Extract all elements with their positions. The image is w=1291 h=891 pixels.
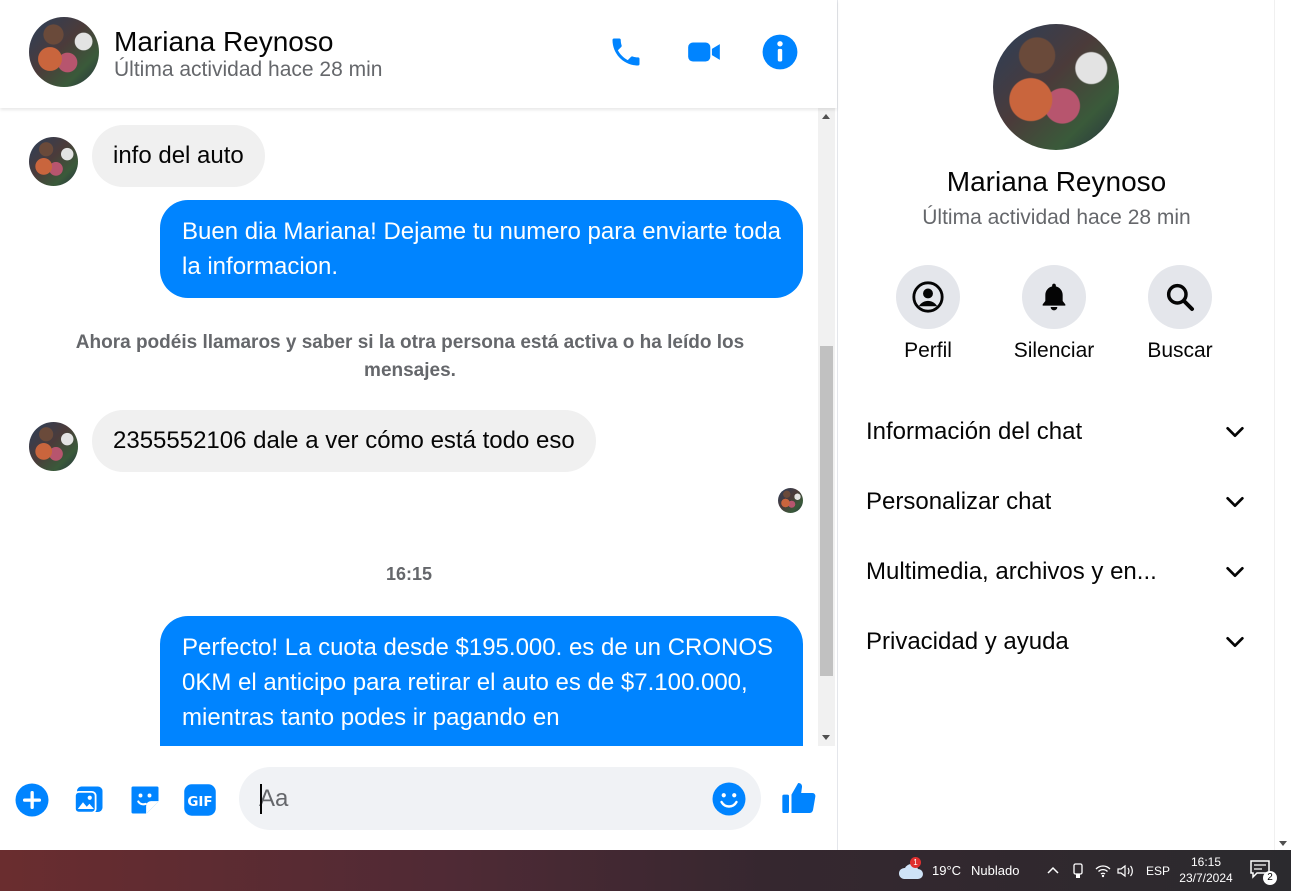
gif-icon: GIF: [184, 784, 216, 816]
sticker-button[interactable]: [127, 782, 163, 818]
section-chat-info-label: Información del chat: [866, 418, 1083, 445]
plus-circle-icon: [15, 783, 49, 817]
gif-button[interactable]: GIF: [182, 782, 218, 818]
scroll-down-arrow-icon[interactable]: [822, 735, 830, 740]
attach-photo-button[interactable]: [71, 782, 107, 818]
info-icon: [762, 34, 798, 70]
seen-indicator-avatar: [778, 488, 803, 513]
video-call-button[interactable]: [684, 32, 724, 72]
section-customize-chat[interactable]: Personalizar chat: [866, 482, 1246, 522]
mute-action[interactable]: Silenciar: [999, 265, 1109, 363]
chevron-down-icon: [1226, 636, 1244, 648]
section-customize-chat-label: Personalizar chat: [866, 488, 1052, 515]
outgoing-message[interactable]: Buen dia Mariana! Dejame tu numero para …: [160, 200, 803, 298]
contact-name[interactable]: Mariana Reynoso: [114, 26, 333, 58]
usb-device-icon: [1073, 862, 1083, 878]
scroll-thumb[interactable]: [820, 346, 833, 676]
time-separator: 16:15: [385, 564, 433, 584]
text-caret: [260, 784, 262, 814]
notification-center-button[interactable]: 2: [1249, 859, 1277, 885]
photo-gallery-icon: [74, 786, 103, 814]
clock-date: 23/7/2024: [1179, 871, 1233, 885]
contact-status: Última actividad hace 28 min: [114, 58, 383, 81]
weather-description: Nublado: [971, 863, 1020, 878]
network-button[interactable]: [1095, 850, 1111, 891]
system-notice: Ahora podéis llamaros y saber si la otra…: [75, 332, 745, 381]
sender-avatar[interactable]: [29, 422, 78, 471]
sticker-icon: [131, 786, 159, 814]
user-circle-icon: [912, 281, 944, 313]
device-tray-icon-button[interactable]: [1071, 850, 1085, 891]
like-button[interactable]: [779, 778, 819, 818]
panel-contact-avatar[interactable]: [993, 24, 1119, 150]
section-privacy-help-label: Privacidad y ayuda: [866, 628, 1069, 655]
panel-contact-name: Mariana Reynoso: [946, 166, 1167, 197]
chat-header: Mariana Reynoso Última actividad hace 28…: [0, 0, 837, 108]
windows-taskbar: 1 19°C Nublado ESP 16:15 23/7/2024 2: [0, 850, 1291, 891]
chevron-down-icon: [1226, 426, 1244, 438]
section-privacy-help[interactable]: Privacidad y ayuda: [866, 622, 1246, 662]
speaker-icon: [1117, 864, 1133, 877]
notification-count-badge: 2: [1263, 871, 1277, 885]
message-input[interactable]: [259, 767, 699, 830]
cloud-icon: 1: [898, 856, 924, 881]
search-label: Buscar: [1147, 339, 1213, 362]
weather-temperature: 19°C: [932, 863, 962, 878]
message-input-wrapper: [239, 767, 761, 830]
scroll-up-arrow-icon[interactable]: [822, 114, 830, 119]
section-chat-info[interactable]: Información del chat: [866, 412, 1246, 452]
incoming-message[interactable]: 2355552106 dale a ver cómo está todo eso: [92, 410, 596, 472]
chat-window: Mariana Reynoso Última actividad hace 28…: [0, 0, 837, 850]
more-actions-button[interactable]: [14, 782, 50, 818]
panel-contact-status: Última actividad hace 28 min: [922, 206, 1191, 229]
svg-text:GIF: GIF: [187, 794, 212, 810]
conversation-info-button[interactable]: [760, 32, 800, 72]
volume-button[interactable]: [1117, 850, 1135, 891]
contact-avatar[interactable]: [29, 17, 99, 87]
mute-label: Silenciar: [1013, 339, 1095, 362]
emoji-button[interactable]: [711, 781, 747, 817]
video-camera-icon: [688, 42, 720, 62]
search-button[interactable]: [1148, 265, 1212, 329]
profile-label: Perfil: [904, 339, 952, 362]
incoming-message[interactable]: info del auto: [92, 125, 265, 187]
call-button[interactable]: [606, 32, 646, 72]
sender-avatar[interactable]: [29, 137, 78, 186]
phone-icon: [612, 38, 640, 66]
outgoing-message[interactable]: Perfecto! La cuota desde $195.000. es de…: [160, 616, 803, 746]
search-action[interactable]: Buscar: [1125, 265, 1235, 363]
section-media-files[interactable]: Multimedia, archivos y en...: [866, 552, 1246, 592]
message-scrollbar[interactable]: [818, 108, 835, 746]
wifi-icon: [1095, 864, 1111, 877]
composer-bar: GIF: [0, 746, 837, 850]
section-media-files-label: Multimedia, archivos y en...: [866, 558, 1157, 585]
page-scrollbar[interactable]: [1274, 0, 1291, 850]
conversation-details-panel: Mariana Reynoso Última actividad hace 28…: [837, 0, 1274, 850]
chevron-up-icon: [1047, 866, 1059, 874]
emoji-icon: [712, 782, 746, 816]
clock-time: 16:15: [1190, 855, 1222, 869]
input-language-button[interactable]: ESP: [1146, 850, 1170, 891]
show-hidden-icons-button[interactable]: [1046, 850, 1060, 891]
weather-alert-badge: 1: [910, 856, 921, 868]
mute-button[interactable]: [1022, 265, 1086, 329]
taskbar-clock[interactable]: 16:15 23/7/2024: [1170, 854, 1242, 886]
profile-action[interactable]: Perfil: [873, 265, 983, 363]
chevron-down-icon: [1226, 496, 1244, 508]
weather-widget[interactable]: 1 19°C Nublado: [898, 850, 1019, 891]
page-scroll-down-arrow-icon[interactable]: [1279, 841, 1287, 846]
search-icon: [1166, 283, 1194, 311]
bell-icon: [1042, 283, 1066, 311]
message-list: info del auto Buen dia Mariana! Dejame t…: [0, 108, 818, 746]
chevron-down-icon: [1226, 566, 1244, 578]
profile-button[interactable]: [896, 265, 960, 329]
thumbs-up-icon: [782, 783, 816, 813]
